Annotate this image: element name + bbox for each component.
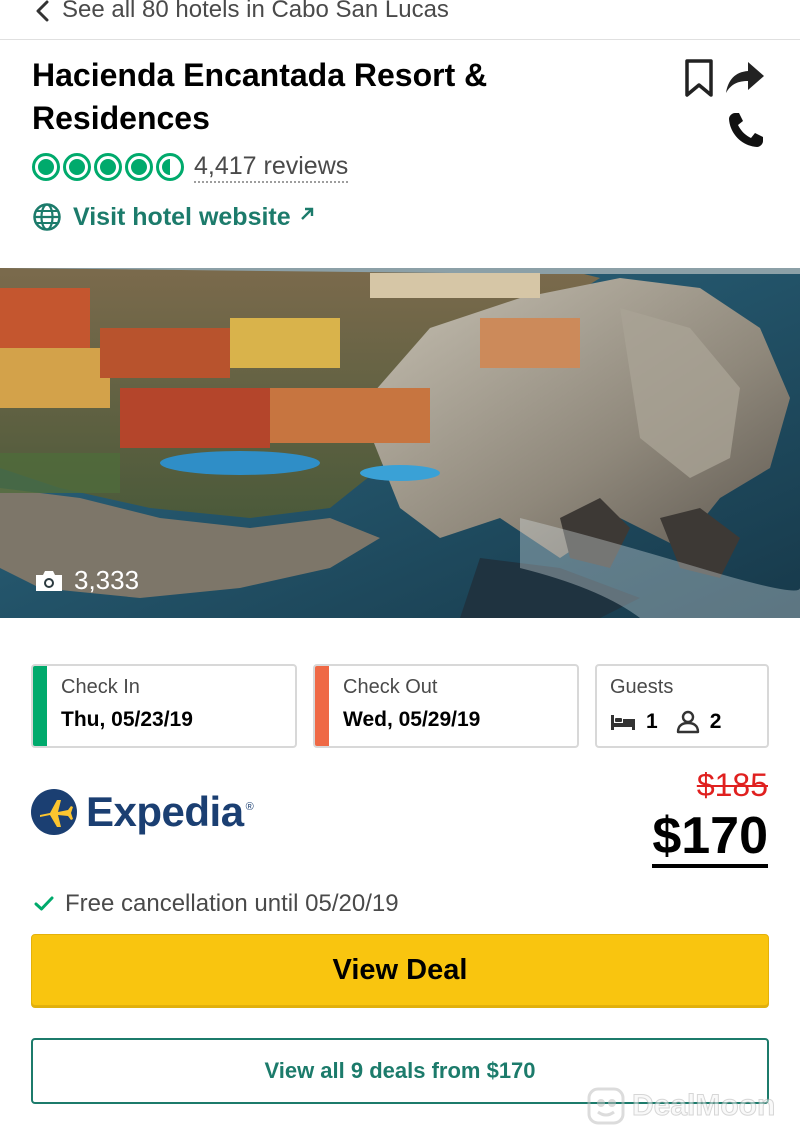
visit-website-label: Visit hotel website — [73, 202, 291, 231]
expedia-logo-icon — [31, 789, 77, 835]
photo-count[interactable]: 3,333 — [34, 565, 139, 596]
check-in-label: Check In — [61, 676, 140, 698]
back-icon[interactable] — [32, 0, 54, 24]
photo-count-label: 3,333 — [74, 565, 140, 595]
rating-bubble-full — [63, 153, 91, 181]
rating-bubble-full — [125, 153, 153, 181]
check-in-value: Thu, 05/23/19 — [61, 708, 193, 731]
share-icon[interactable] — [724, 60, 766, 96]
expedia-wordmark: Expedia — [86, 788, 244, 835]
back-link[interactable]: See all 80 hotels in Cabo San Lucas — [62, 0, 449, 26]
rooms-count: 1 — [646, 710, 658, 733]
external-link-icon — [300, 207, 313, 220]
person-icon — [676, 710, 699, 734]
check-out-accent — [315, 666, 329, 746]
guests-label: Guests — [610, 676, 674, 698]
phone-icon[interactable] — [726, 110, 766, 150]
rating-bubble-full — [94, 153, 122, 181]
deal-price[interactable]: $170 — [652, 808, 768, 868]
dealmoon-wordmark: DealMoon — [631, 1089, 776, 1123]
rating-bubble-half — [156, 153, 184, 181]
hotel-title: Hacienda Encantada Resort & Residences — [32, 57, 488, 136]
visit-website-link[interactable]: Visit hotel website — [32, 202, 315, 232]
guests-field[interactable]: Guests 1 2 — [595, 664, 769, 748]
registered-mark: ® — [245, 801, 254, 813]
original-price: $185 — [696, 767, 768, 803]
view-deal-button[interactable]: View Deal — [31, 934, 769, 1006]
rating-bubbles — [32, 153, 184, 181]
camera-icon — [36, 570, 62, 591]
check-out-field[interactable]: Check Out Wed, 05/29/19 — [313, 664, 579, 748]
top-nav-bar: See all 80 hotels in Cabo San Lucas — [0, 0, 800, 40]
globe-icon — [33, 203, 61, 231]
rating-bubble-full — [32, 153, 60, 181]
adults-count: 2 — [709, 710, 722, 733]
dealmoon-watermark: DealMoon — [586, 1086, 776, 1126]
dealmoon-logo-icon — [587, 1087, 625, 1125]
expedia-logo: Expedia ® — [30, 788, 254, 836]
check-in-accent — [33, 666, 47, 746]
free-cancellation-note: Free cancellation until 05/20/19 — [34, 890, 399, 918]
check-out-label: Check Out — [343, 676, 438, 698]
checkmark-icon — [34, 896, 54, 911]
free-cancellation-label: Free cancellation until 05/20/19 — [65, 890, 399, 917]
check-in-field[interactable]: Check In Thu, 05/23/19 — [31, 664, 297, 748]
guests-values: 1 2 — [610, 710, 721, 734]
bookmark-icon[interactable] — [684, 58, 714, 98]
reviews-link[interactable]: 4,417 reviews — [194, 151, 349, 183]
rating-row[interactable]: 4,417 reviews — [32, 150, 349, 184]
check-out-value: Wed, 05/29/19 — [343, 708, 481, 731]
bed-icon — [611, 715, 635, 730]
